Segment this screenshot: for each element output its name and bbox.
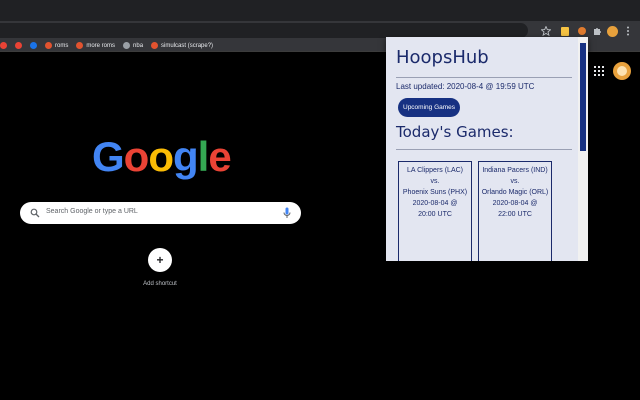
bookmark-favicon-icon	[123, 42, 131, 49]
game-time: 22:00 UTC	[498, 211, 532, 218]
bookmark-label: nba	[133, 42, 144, 49]
search-input[interactable]: Search Google or type a URL	[46, 208, 138, 215]
game-card: LA Clippers (LAC) vs. Phoenix Suns (PHX)…	[398, 161, 472, 261]
apps-grid-icon[interactable]	[594, 66, 604, 76]
star-icon[interactable]	[540, 25, 552, 37]
divider	[396, 77, 572, 78]
last-updated-text: Last updated: 2020-08-4 @ 19:59 UTC	[396, 82, 535, 91]
bookmark-favicon-icon	[0, 42, 7, 49]
home-team: Indiana Pacers (IND)	[482, 167, 548, 174]
bookmark-label: more roms	[86, 42, 116, 49]
bookmark-favicon-icon	[151, 42, 159, 49]
bookmark-favicon-icon	[76, 42, 84, 49]
search-box[interactable]: Search Google or type a URL	[20, 202, 301, 224]
popup-title: HoopsHub	[396, 47, 489, 68]
extension-note-icon[interactable]	[559, 25, 571, 37]
bookmark-label: roms	[55, 42, 69, 49]
add-shortcut-button[interactable]: +	[148, 248, 172, 272]
logo-letter: o	[148, 133, 174, 180]
address-bar[interactable]	[0, 23, 528, 38]
more-menu-icon[interactable]	[622, 25, 634, 37]
vs-text: vs.	[510, 178, 520, 185]
divider	[396, 149, 572, 150]
popup-content: HoopsHub Last updated: 2020-08-4 @ 19:59…	[386, 37, 578, 261]
puzzle-icon[interactable]	[592, 25, 604, 37]
logo-letter: e	[208, 133, 231, 180]
bookmark-item[interactable]	[15, 42, 22, 49]
game-date: 2020-08-04 @	[492, 200, 538, 207]
logo-letter: g	[172, 133, 199, 180]
bookmark-item[interactable]: more roms	[76, 42, 115, 49]
tab-strip	[0, 0, 640, 21]
bookmark-item[interactable]	[0, 42, 7, 49]
vs-text: vs.	[430, 178, 440, 185]
bookmark-item[interactable]: roms	[45, 42, 68, 49]
bookmark-favicon-icon	[30, 42, 37, 49]
game-card: Indiana Pacers (IND) vs. Orlando Magic (…	[478, 161, 552, 261]
microphone-icon[interactable]	[283, 207, 291, 219]
away-team: Phoenix Suns (PHX)	[402, 189, 468, 196]
account-avatar[interactable]	[613, 62, 631, 80]
popup-scrollbar-thumb[interactable]	[580, 43, 586, 151]
bookmark-item[interactable]: simulcast (scrape?)	[151, 42, 213, 49]
upcoming-games-button[interactable]: Upcoming Games	[398, 98, 461, 117]
bookmark-favicon-icon	[15, 42, 22, 49]
game-time: 20:00 UTC	[418, 211, 452, 218]
add-shortcut-label: Add shortcut	[143, 281, 177, 287]
basketball-icon[interactable]	[576, 25, 588, 37]
game-date: 2020-08-04 @	[412, 200, 458, 207]
todays-games-heading: Today's Games:	[396, 123, 514, 141]
away-team: Orlando Magic (ORL)	[481, 189, 549, 196]
bookmark-label: simulcast (scrape?)	[161, 42, 214, 49]
logo-letter: o	[123, 133, 150, 180]
logo-letter: G	[92, 133, 125, 180]
search-icon	[30, 208, 40, 218]
bookmark-item[interactable]	[30, 42, 37, 49]
bookmark-favicon-icon	[45, 42, 52, 49]
logo-letter: l	[197, 133, 210, 180]
bookmark-item[interactable]: nba	[123, 42, 143, 49]
hoopshub-popup: HoopsHub Last updated: 2020-08-4 @ 19:59…	[386, 37, 588, 261]
google-logo: Google	[92, 133, 232, 180]
profile-avatar-icon[interactable]	[606, 25, 618, 37]
home-team: LA Clippers (LAC)	[406, 167, 464, 174]
